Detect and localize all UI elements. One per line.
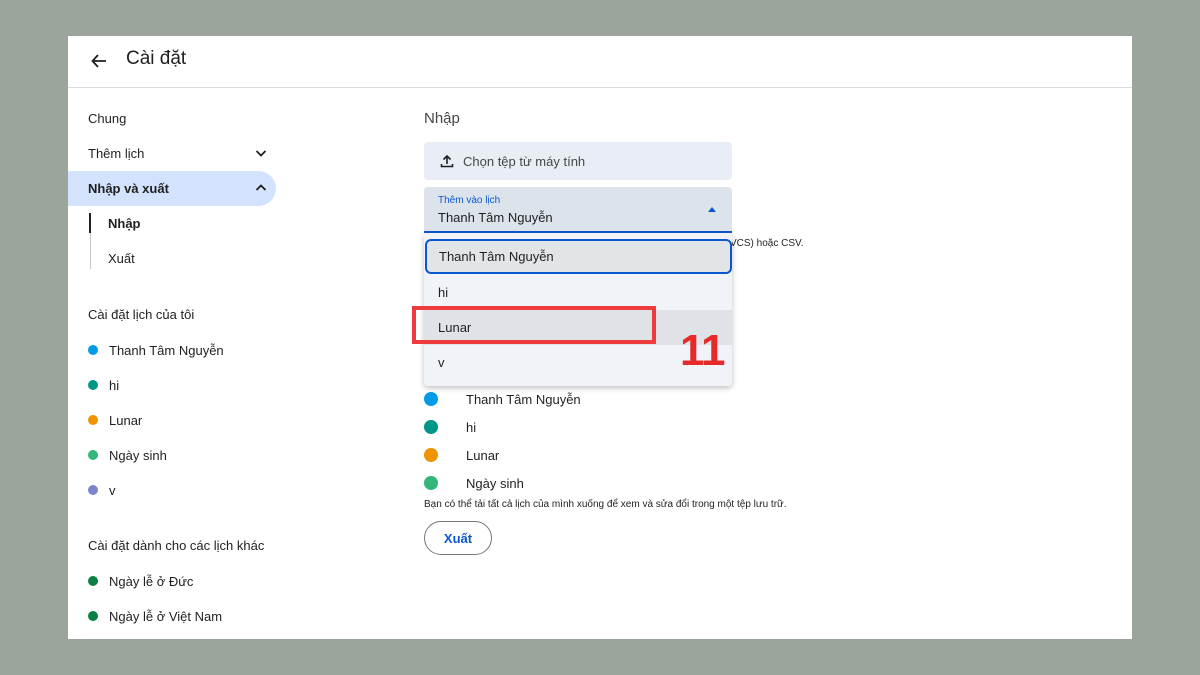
calendar-color-dot <box>424 448 438 462</box>
calendar-color-dot <box>88 415 98 425</box>
export-calendar-item: hi <box>424 418 476 436</box>
sidebar-sub-item-import[interactable]: Nhập <box>108 216 141 231</box>
sidebar-item-import-export[interactable]: Nhập và xuất <box>68 171 276 206</box>
sidebar-calendar-item[interactable]: Ngày sinh <box>88 446 167 464</box>
export-calendar-item: Lunar <box>424 446 499 464</box>
annotation-step-number: 11 <box>680 326 726 375</box>
calendar-color-dot <box>424 476 438 490</box>
caret-up-icon <box>708 207 716 212</box>
import-hint-text: VCS) hoặc CSV. <box>730 238 804 249</box>
page-title: Cài đặt <box>126 48 187 69</box>
calendar-name: Ngày lễ ở Việt Nam <box>109 608 223 624</box>
sidebar-sub-item-export[interactable]: Xuất <box>108 251 135 266</box>
sidebar-calendar-item[interactable]: hi <box>88 376 119 394</box>
calendar-color-dot <box>88 345 98 355</box>
sidebar-item-general[interactable]: Chung <box>88 111 126 126</box>
calendar-name: Thanh Tâm Nguyễn <box>109 342 224 358</box>
chevron-down-icon <box>255 150 267 157</box>
calendar-color-dot <box>424 420 438 434</box>
upload-label: Chọn tệp từ máy tính <box>463 153 586 169</box>
calendar-name: Ngày lễ ở Đức <box>109 573 194 589</box>
arrow-left-icon <box>91 54 106 68</box>
calendar-name: hi <box>466 419 477 435</box>
export-calendar-item: Thanh Tâm Nguyễn <box>424 390 581 408</box>
option-label: hi <box>438 285 449 300</box>
option-label: Lunar <box>438 320 472 335</box>
upload-icon <box>440 154 454 168</box>
calendar-color-dot <box>88 485 98 495</box>
calendar-name: v <box>109 482 116 498</box>
export-note: Bạn có thể tải tất cả lịch của mình xuốn… <box>424 499 787 510</box>
dropdown-option[interactable]: hi <box>424 275 732 310</box>
sidebar-item-label: Thêm lịch <box>88 146 145 161</box>
calendar-name: Ngày sinh <box>109 447 167 463</box>
calendar-name: Thanh Tâm Nguyễn <box>466 391 581 407</box>
header: Cài đặt <box>68 36 1132 88</box>
calendar-color-dot <box>88 450 98 460</box>
calendar-name: Lunar <box>109 412 143 428</box>
calendar-name: Lunar <box>466 447 500 463</box>
calendar-color-dot <box>88 576 98 586</box>
sidebar-calendar-item[interactable]: Thanh Tâm Nguyễn <box>88 341 224 359</box>
select-value: Thanh Tâm Nguyễn <box>438 210 553 225</box>
sidebar-calendar-item[interactable]: Lunar <box>88 411 142 429</box>
other-calendars-title: Cài đặt dành cho các lịch khác <box>88 538 265 553</box>
settings-window: Cài đặt Chung Thêm lịch Nhập và xuất Nhậ… <box>68 36 1132 639</box>
chevron-up-icon <box>255 184 267 191</box>
calendar-select[interactable]: Thêm vào lịch Thanh Tâm Nguyễn <box>424 187 732 233</box>
dropdown-option[interactable]: Thanh Tâm Nguyễn <box>425 239 732 274</box>
sidebar-item-add-calendar[interactable]: Thêm lịch <box>68 136 276 171</box>
calendar-color-dot <box>88 611 98 621</box>
import-section-title: Nhập <box>424 110 460 127</box>
my-calendars-title: Cài đặt lịch của tôi <box>88 307 195 322</box>
export-button[interactable]: Xuất <box>424 521 492 555</box>
upload-file-button[interactable]: Chọn tệp từ máy tính <box>424 142 732 180</box>
select-label: Thêm vào lịch <box>438 195 501 206</box>
sidebar-calendar-item[interactable]: Ngày lễ ở Đức <box>88 572 193 590</box>
calendar-name: Ngày sinh <box>466 475 524 491</box>
sidebar-calendar-item[interactable]: v <box>88 481 116 499</box>
sidebar-item-label: Nhập và xuất <box>88 181 169 196</box>
calendar-color-dot <box>424 392 438 406</box>
option-label: v <box>438 355 445 370</box>
calendar-color-dot <box>88 380 98 390</box>
export-calendar-item: Ngày sinh <box>424 474 524 492</box>
sub-nav-active-indicator <box>89 213 91 233</box>
calendar-name: hi <box>109 377 120 393</box>
back-button[interactable] <box>85 47 113 75</box>
sidebar-calendar-item[interactable]: Ngày lễ ở Việt Nam <box>88 607 222 625</box>
option-label: Thanh Tâm Nguyễn <box>439 249 554 264</box>
